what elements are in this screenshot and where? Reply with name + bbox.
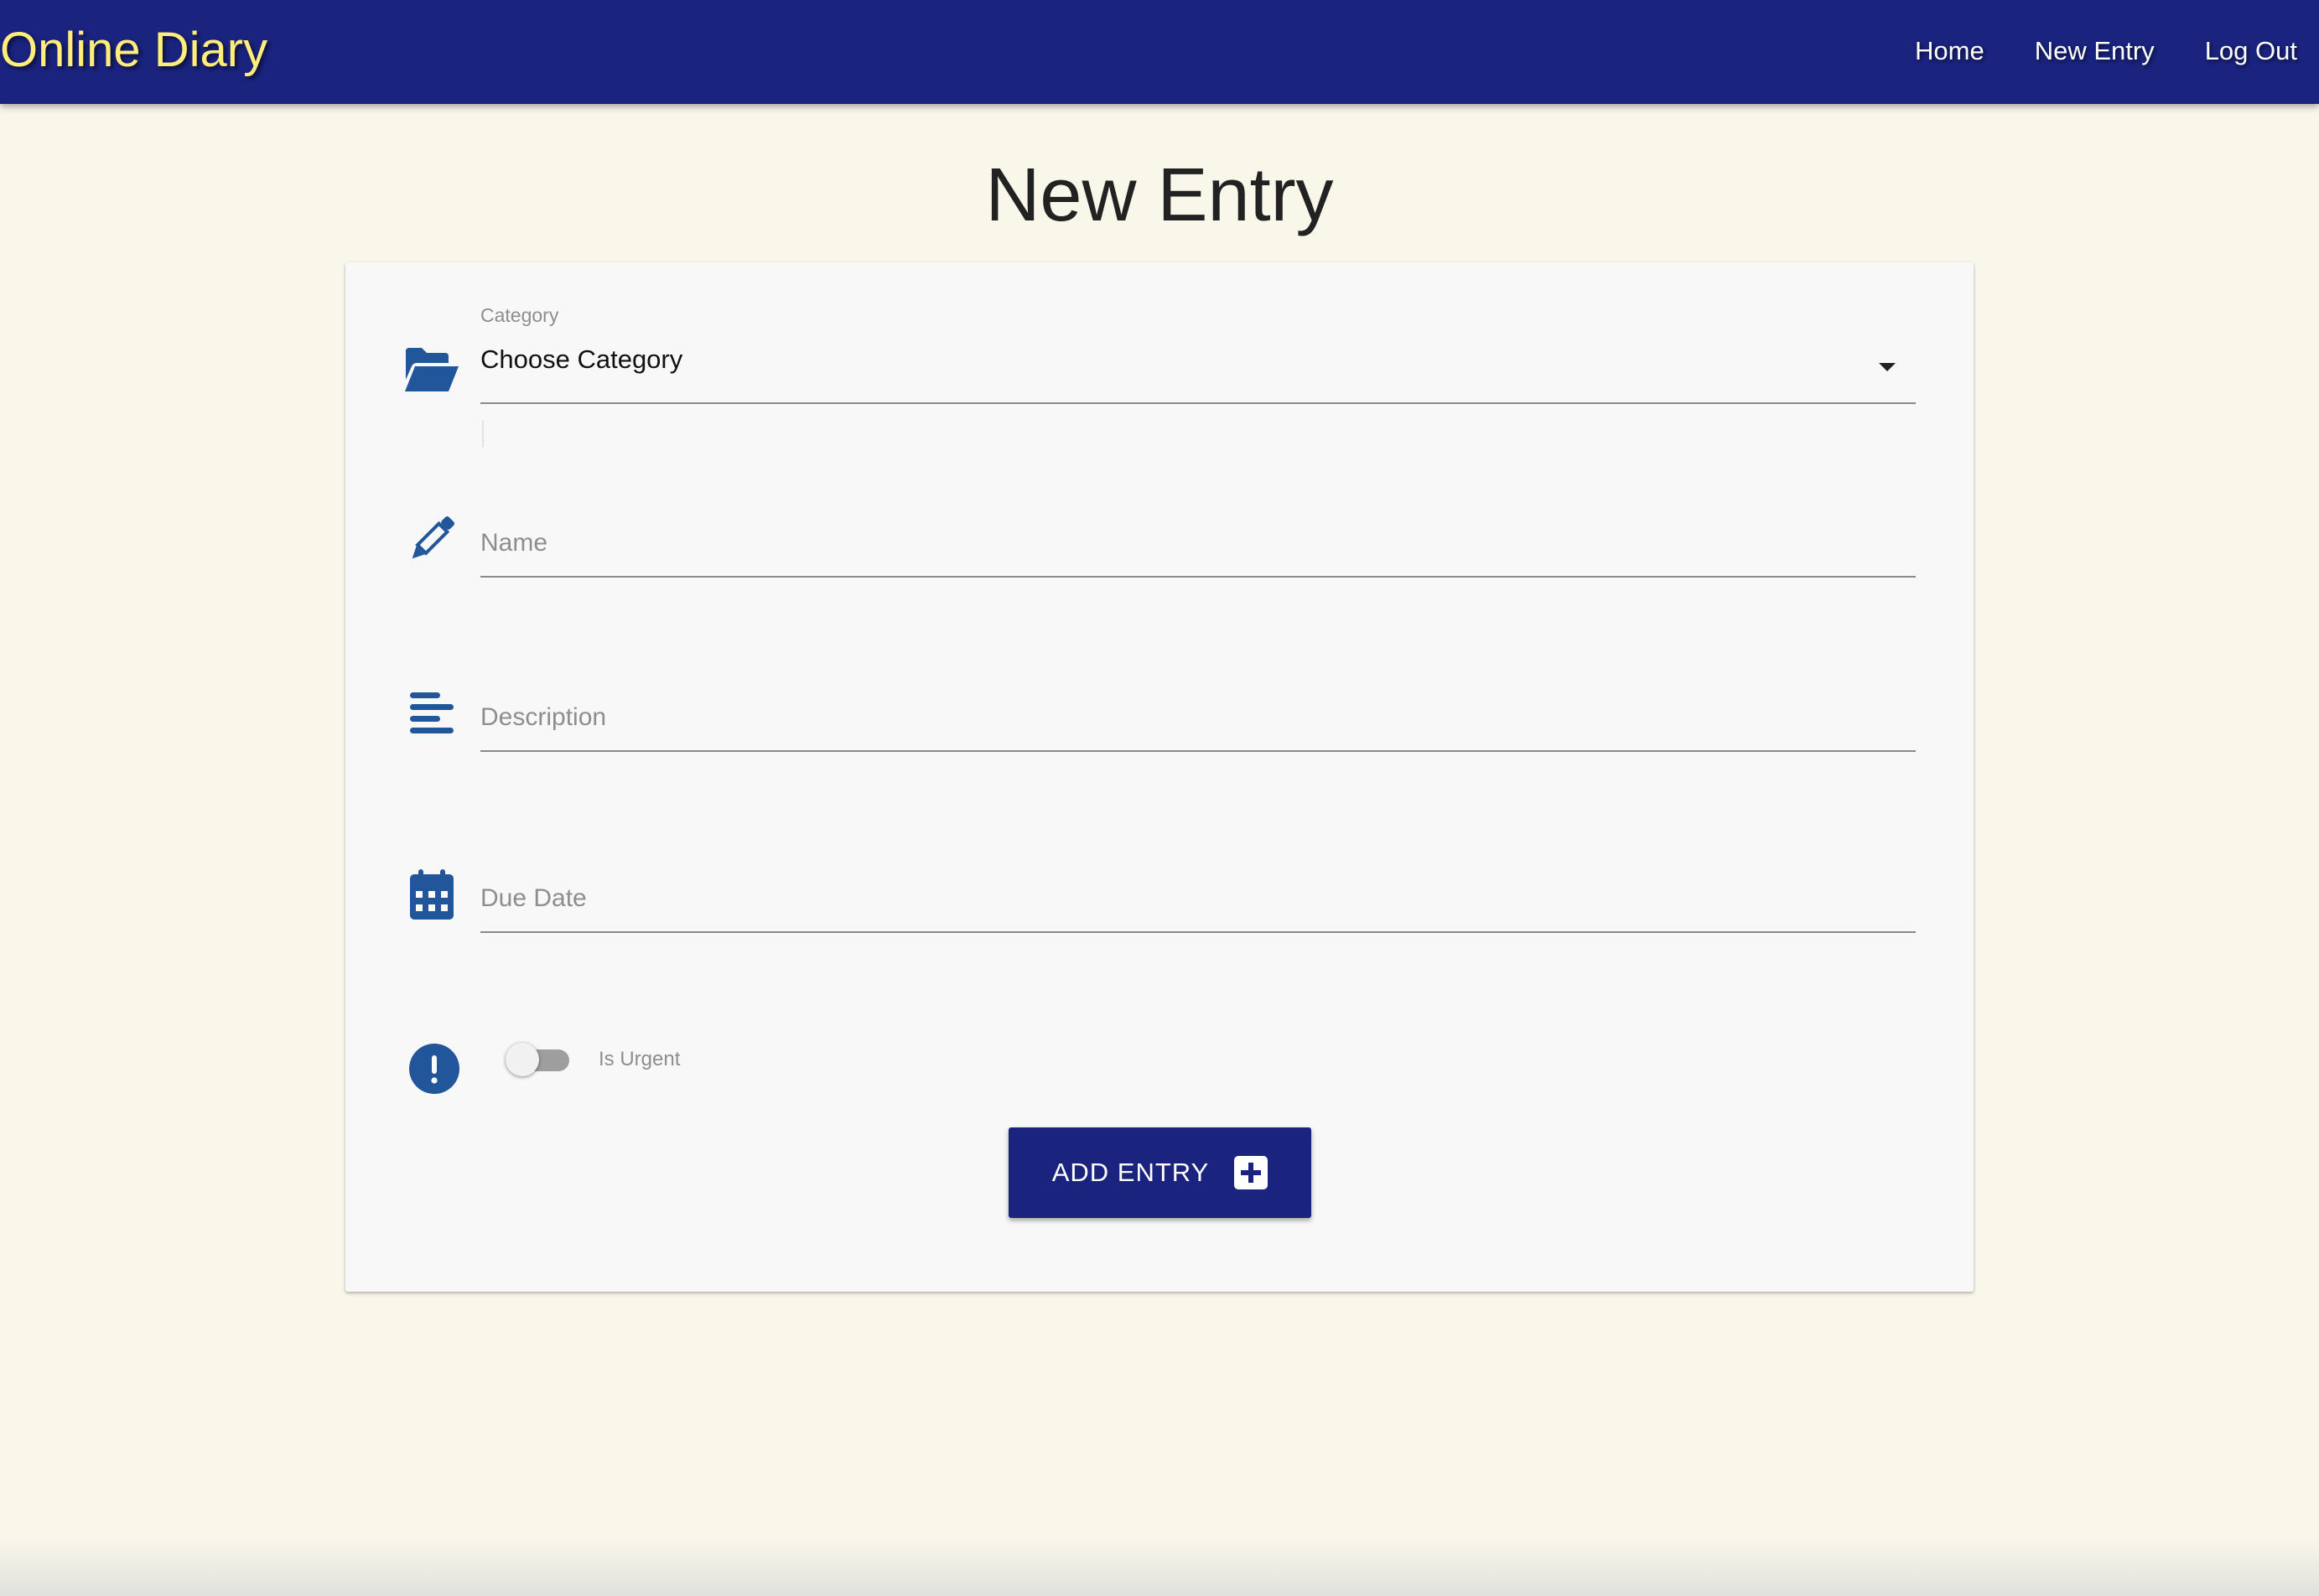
toggle-knob [506, 1043, 539, 1076]
page-title: New Entry [985, 153, 1334, 237]
category-select[interactable]: Category Choose Category [480, 304, 1916, 405]
category-underline [480, 402, 1916, 404]
is-urgent-label: Is Urgent [599, 1048, 681, 1070]
exclamation-circle-icon [405, 1039, 464, 1098]
name-underline [480, 576, 1916, 578]
name-placeholder: Name [480, 529, 548, 557]
is-urgent-toggle[interactable] [506, 1041, 573, 1078]
description-placeholder: Description [480, 703, 607, 731]
nav-link-new-entry[interactable]: New Entry [2035, 32, 2155, 70]
category-label: Category [480, 304, 559, 326]
helper-divider [482, 421, 484, 448]
due-date-placeholder: Due Date [480, 884, 587, 912]
pencil-icon [402, 510, 461, 568]
page-bottom-fade [0, 1537, 2319, 1596]
folder-open-icon [402, 340, 461, 399]
category-selected-value: Choose Category [480, 345, 683, 374]
plus-square-icon [1234, 1156, 1268, 1189]
chevron-down-icon [1879, 363, 1896, 371]
category-helper-area [480, 421, 1916, 449]
align-left-icon [402, 684, 461, 743]
name-input[interactable]: Name [480, 514, 1916, 589]
due-date-input[interactable]: Due Date [480, 869, 1916, 945]
brand-logo[interactable]: Online Diary [0, 18, 267, 82]
new-entry-form-card: Category Choose Category Name Descriptio… [345, 262, 1974, 1292]
add-entry-button-label: ADD ENTRY [1051, 1158, 1210, 1187]
nav-link-home[interactable]: Home [1915, 32, 1984, 70]
description-input[interactable]: Description [480, 688, 1916, 764]
due-date-underline [480, 931, 1916, 933]
description-underline [480, 750, 1916, 752]
add-entry-button[interactable]: ADD ENTRY [1009, 1127, 1311, 1218]
calendar-icon [402, 866, 461, 925]
nav-link-log-out[interactable]: Log Out [2205, 32, 2297, 70]
nav-links: Home New Entry Log Out [1865, 32, 2297, 70]
top-navbar: Online Diary Home New Entry Log Out [0, 0, 2319, 104]
